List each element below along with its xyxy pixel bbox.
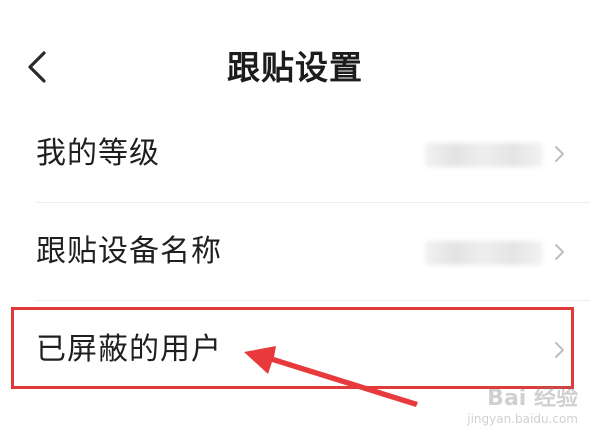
watermark-logo: Bai 经验 <box>487 386 578 411</box>
chevron-right-icon <box>555 244 564 260</box>
page-title: 跟贴设置 <box>227 48 363 87</box>
watermark: Bai 经验 jingyan.baidu.com <box>467 386 578 426</box>
setting-row-label: 已屏蔽的用户 <box>36 332 222 367</box>
blurred-value <box>425 241 543 265</box>
chevron-right-icon <box>555 146 564 162</box>
blurred-value <box>425 143 543 167</box>
setting-row-my-level[interactable]: 我的等级 <box>0 105 590 203</box>
watermark-url: jingyan.baidu.com <box>467 412 578 426</box>
setting-row-label: 我的等级 <box>36 136 160 171</box>
chevron-right-icon <box>555 342 564 358</box>
setting-row-device-name[interactable]: 跟贴设备名称 <box>0 203 590 301</box>
setting-row-blocked-users[interactable]: 已屏蔽的用户 <box>0 301 590 399</box>
settings-list: 我的等级 跟贴设备名称 已屏蔽的用户 <box>0 105 590 399</box>
setting-row-label: 跟贴设备名称 <box>36 234 222 269</box>
